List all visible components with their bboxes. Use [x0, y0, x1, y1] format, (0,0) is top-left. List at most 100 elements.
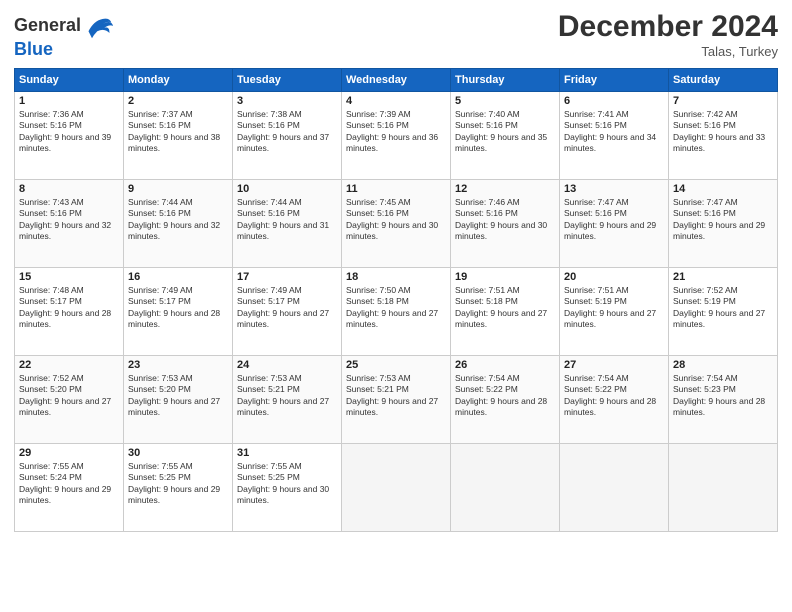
day-info: Sunrise: 7:47 AMSunset: 5:16 PMDaylight:… [673, 197, 773, 243]
calendar-cell [451, 444, 560, 532]
week-row-3: 15Sunrise: 7:48 AMSunset: 5:17 PMDayligh… [15, 268, 778, 356]
logo-bird-icon [85, 12, 113, 40]
day-info: Sunrise: 7:44 AMSunset: 5:16 PMDaylight:… [128, 197, 228, 243]
calendar-cell: 21 Sunrise: 7:52 AMSunset: 5:19 PMDayligh… [669, 268, 778, 356]
day-info: Sunrise: 7:37 AMSunset: 5:16 PMDaylight:… [128, 109, 228, 155]
day-info: Sunrise: 7:47 AMSunset: 5:16 PMDaylight:… [564, 197, 664, 243]
logo: General Blue [14, 12, 113, 60]
week-row-5: 29 Sunrise: 7:55 AMSunset: 5:24 PMDayligh… [15, 444, 778, 532]
calendar-cell: 6 Sunrise: 7:41 AMSunset: 5:16 PMDaylight… [560, 92, 669, 180]
dow-header-friday: Friday [560, 69, 669, 92]
day-number: 19 [455, 271, 555, 283]
calendar-cell: 18 Sunrise: 7:50 AMSunset: 5:18 PMDayligh… [342, 268, 451, 356]
week-row-1: 1 Sunrise: 7:36 AMSunset: 5:16 PMDaylight… [15, 92, 778, 180]
calendar-cell: 1 Sunrise: 7:36 AMSunset: 5:16 PMDaylight… [15, 92, 124, 180]
dow-header-tuesday: Tuesday [233, 69, 342, 92]
page-header: General Blue December 2024 Talas, Turkey [14, 12, 778, 60]
month-title: December 2024 [558, 12, 778, 42]
day-number: 3 [237, 95, 337, 107]
calendar-cell: 27 Sunrise: 7:54 AMSunset: 5:22 PMDayligh… [560, 356, 669, 444]
day-info: Sunrise: 7:54 AMSunset: 5:22 PMDaylight:… [564, 373, 664, 419]
day-number: 26 [455, 359, 555, 371]
day-info: Sunrise: 7:52 AMSunset: 5:19 PMDaylight:… [673, 285, 773, 331]
calendar-cell: 30Sunrise: 7:55 AMSunset: 5:25 PMDayligh… [124, 444, 233, 532]
day-info: Sunrise: 7:54 AMSunset: 5:22 PMDaylight:… [455, 373, 555, 419]
day-number: 29 [19, 447, 119, 459]
day-number: 20 [564, 271, 664, 283]
day-number: 17 [237, 271, 337, 283]
calendar-cell: 10Sunrise: 7:44 AMSunset: 5:16 PMDayligh… [233, 180, 342, 268]
day-info: Sunrise: 7:51 AMSunset: 5:18 PMDaylight:… [455, 285, 555, 331]
day-info: Sunrise: 7:55 AMSunset: 5:25 PMDaylight:… [237, 461, 337, 507]
dow-header-sunday: Sunday [15, 69, 124, 92]
day-info: Sunrise: 7:50 AMSunset: 5:18 PMDaylight:… [346, 285, 446, 331]
calendar-cell: 15Sunrise: 7:48 AMSunset: 5:17 PMDayligh… [15, 268, 124, 356]
week-row-2: 8 Sunrise: 7:43 AMSunset: 5:16 PMDaylight… [15, 180, 778, 268]
calendar-cell [342, 444, 451, 532]
day-number: 9 [128, 183, 228, 195]
calendar-table: SundayMondayTuesdayWednesdayThursdayFrid… [14, 68, 778, 532]
calendar-cell: 3Sunrise: 7:38 AMSunset: 5:16 PMDaylight… [233, 92, 342, 180]
location-text: Talas, Turkey [558, 44, 778, 59]
days-of-week-row: SundayMondayTuesdayWednesdayThursdayFrid… [15, 69, 778, 92]
day-number: 1 [19, 95, 119, 107]
calendar-cell: 4 Sunrise: 7:39 AMSunset: 5:16 PMDaylight… [342, 92, 451, 180]
calendar-cell: 16Sunrise: 7:49 AMSunset: 5:17 PMDayligh… [124, 268, 233, 356]
calendar-cell: 28 Sunrise: 7:54 AMSunset: 5:23 PMDayligh… [669, 356, 778, 444]
day-number: 11 [346, 183, 446, 195]
day-number: 23 [128, 359, 228, 371]
day-info: Sunrise: 7:43 AMSunset: 5:16 PMDaylight:… [19, 197, 119, 243]
title-block: December 2024 Talas, Turkey [558, 12, 778, 59]
day-number: 7 [673, 95, 773, 107]
day-number: 6 [564, 95, 664, 107]
week-row-4: 22Sunrise: 7:52 AMSunset: 5:20 PMDayligh… [15, 356, 778, 444]
calendar-cell: 9 Sunrise: 7:44 AMSunset: 5:16 PMDaylight… [124, 180, 233, 268]
calendar-cell: 26 Sunrise: 7:54 AMSunset: 5:22 PMDayligh… [451, 356, 560, 444]
day-number: 14 [673, 183, 773, 195]
day-number: 4 [346, 95, 446, 107]
calendar-body: 1 Sunrise: 7:36 AMSunset: 5:16 PMDaylight… [15, 92, 778, 532]
day-info: Sunrise: 7:41 AMSunset: 5:16 PMDaylight:… [564, 109, 664, 155]
calendar-cell: 8 Sunrise: 7:43 AMSunset: 5:16 PMDaylight… [15, 180, 124, 268]
calendar-cell: 23 Sunrise: 7:53 AMSunset: 5:20 PMDayligh… [124, 356, 233, 444]
calendar-cell: 19 Sunrise: 7:51 AMSunset: 5:18 PMDayligh… [451, 268, 560, 356]
day-info: Sunrise: 7:39 AMSunset: 5:16 PMDaylight:… [346, 109, 446, 155]
calendar-cell: 2Sunrise: 7:37 AMSunset: 5:16 PMDaylight… [124, 92, 233, 180]
day-info: Sunrise: 7:45 AMSunset: 5:16 PMDaylight:… [346, 197, 446, 243]
day-number: 31 [237, 447, 337, 459]
day-info: Sunrise: 7:55 AMSunset: 5:24 PMDaylight:… [19, 461, 119, 507]
day-info: Sunrise: 7:36 AMSunset: 5:16 PMDaylight:… [19, 109, 119, 155]
calendar-cell: 24 Sunrise: 7:53 AMSunset: 5:21 PMDayligh… [233, 356, 342, 444]
day-info: Sunrise: 7:54 AMSunset: 5:23 PMDaylight:… [673, 373, 773, 419]
calendar-cell: 13 Sunrise: 7:47 AMSunset: 5:16 PMDayligh… [560, 180, 669, 268]
day-number: 28 [673, 359, 773, 371]
day-info: Sunrise: 7:51 AMSunset: 5:19 PMDaylight:… [564, 285, 664, 331]
day-info: Sunrise: 7:46 AMSunset: 5:16 PMDaylight:… [455, 197, 555, 243]
day-info: Sunrise: 7:53 AMSunset: 5:20 PMDaylight:… [128, 373, 228, 419]
calendar-cell: 22Sunrise: 7:52 AMSunset: 5:20 PMDayligh… [15, 356, 124, 444]
day-number: 13 [564, 183, 664, 195]
day-number: 8 [19, 183, 119, 195]
calendar-cell [669, 444, 778, 532]
day-info: Sunrise: 7:40 AMSunset: 5:16 PMDaylight:… [455, 109, 555, 155]
dow-header-thursday: Thursday [451, 69, 560, 92]
calendar-cell: 14 Sunrise: 7:47 AMSunset: 5:16 PMDayligh… [669, 180, 778, 268]
day-info: Sunrise: 7:53 AMSunset: 5:21 PMDaylight:… [237, 373, 337, 419]
logo-text-general: General [14, 16, 81, 36]
day-info: Sunrise: 7:53 AMSunset: 5:21 PMDaylight:… [346, 373, 446, 419]
calendar-cell: 12 Sunrise: 7:46 AMSunset: 5:16 PMDayligh… [451, 180, 560, 268]
day-number: 18 [346, 271, 446, 283]
day-number: 24 [237, 359, 337, 371]
calendar-cell: 11 Sunrise: 7:45 AMSunset: 5:16 PMDayligh… [342, 180, 451, 268]
calendar-cell: 31 Sunrise: 7:55 AMSunset: 5:25 PMDayligh… [233, 444, 342, 532]
day-number: 27 [564, 359, 664, 371]
day-number: 30 [128, 447, 228, 459]
day-number: 12 [455, 183, 555, 195]
calendar-cell: 29 Sunrise: 7:55 AMSunset: 5:24 PMDayligh… [15, 444, 124, 532]
calendar-cell: 20 Sunrise: 7:51 AMSunset: 5:19 PMDayligh… [560, 268, 669, 356]
logo-text-blue: Blue [14, 39, 53, 59]
day-number: 21 [673, 271, 773, 283]
day-number: 16 [128, 271, 228, 283]
day-number: 5 [455, 95, 555, 107]
day-number: 15 [19, 271, 119, 283]
